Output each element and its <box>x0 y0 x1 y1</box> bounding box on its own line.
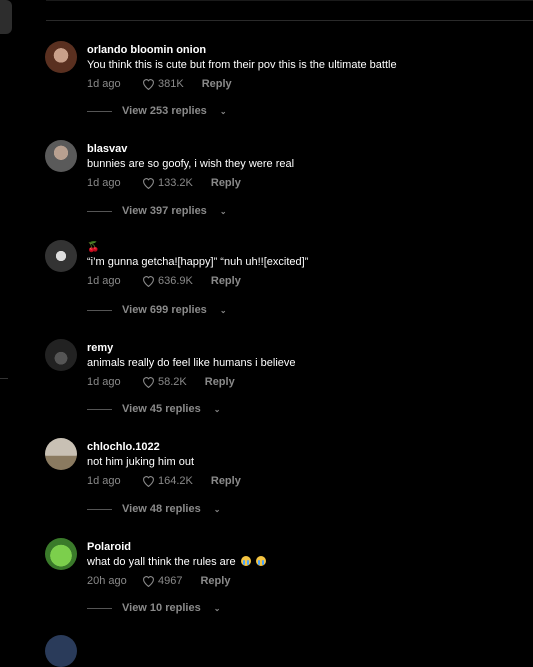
like-button[interactable]: 4967 <box>142 575 182 587</box>
heart-icon <box>143 79 154 90</box>
view-replies-label: View 699 replies <box>122 304 207 316</box>
comment-time: 1d ago <box>87 177 121 189</box>
view-replies-label: View 48 replies <box>122 503 201 515</box>
avatar[interactable] <box>45 635 77 667</box>
chevron-down-icon: ⌄ <box>213 404 221 414</box>
heart-icon <box>143 178 154 189</box>
avatar[interactable] <box>45 140 77 172</box>
avatar[interactable] <box>45 438 77 470</box>
view-replies-button[interactable]: View 397 replies ⌄ <box>87 205 227 217</box>
comment-text: You think this is cute but from their po… <box>87 59 397 71</box>
comment-username[interactable]: chlochlo.1022 <box>87 440 523 454</box>
heart-icon <box>143 476 154 487</box>
cherry-emoji-icon: 🍒 <box>87 242 100 253</box>
divider <box>46 0 533 1</box>
avatar[interactable] <box>45 240 77 272</box>
divider <box>0 378 8 379</box>
avatar[interactable] <box>45 339 77 371</box>
like-button[interactable]: 636.9K <box>142 275 193 287</box>
chevron-down-icon: ⌄ <box>213 603 221 613</box>
view-replies-label: View 45 replies <box>122 403 201 415</box>
comment-time: 1d ago <box>87 376 121 388</box>
like-count: 133.2K <box>158 177 193 189</box>
crying-emoji-icon <box>255 556 266 566</box>
comment-text: animals really do feel like humans i bel… <box>87 357 296 369</box>
view-replies-button[interactable]: View 253 replies ⌄ <box>87 105 227 117</box>
like-button[interactable]: 58.2K <box>142 376 187 388</box>
comment-time: 1d ago <box>87 78 121 90</box>
reply-button[interactable]: Reply <box>205 376 235 388</box>
comment-username[interactable]: orlando bloomin onion <box>87 43 523 57</box>
crying-emoji-icon <box>240 556 251 566</box>
like-count: 58.2K <box>158 376 187 388</box>
view-replies-button[interactable]: View 48 replies ⌄ <box>87 503 220 515</box>
heart-icon <box>143 276 154 287</box>
avatar[interactable] <box>45 41 77 73</box>
heart-icon <box>143 377 154 388</box>
like-button[interactable]: 164.2K <box>142 475 193 487</box>
comment-text: bunnies are so goofy, i wish they were r… <box>87 158 295 170</box>
comment-time: 20h ago <box>87 575 127 587</box>
view-replies-button[interactable]: View 45 replies ⌄ <box>87 403 220 415</box>
like-count: 636.9K <box>158 275 193 287</box>
view-replies-label: View 253 replies <box>122 105 207 117</box>
like-button[interactable]: 381K <box>142 78 184 90</box>
comment-username[interactable]: blasvav <box>87 142 523 156</box>
comment-username[interactable]: remy <box>87 341 523 355</box>
reply-button[interactable]: Reply <box>202 78 232 90</box>
chevron-down-icon: ⌄ <box>219 305 227 315</box>
comment-time: 1d ago <box>87 475 121 487</box>
heart-icon <box>143 576 154 587</box>
reply-button[interactable]: Reply <box>200 575 230 587</box>
comment-username[interactable]: Polaroid <box>87 540 523 554</box>
view-replies-button[interactable]: View 699 replies ⌄ <box>87 304 227 316</box>
chevron-down-icon: ⌄ <box>219 206 227 216</box>
like-count: 164.2K <box>158 475 193 487</box>
like-button[interactable]: 133.2K <box>142 177 193 189</box>
divider <box>46 20 533 21</box>
chevron-down-icon: ⌄ <box>219 106 227 116</box>
comment-text: “i’m gunna getcha![happy]” “nuh uh!![exc… <box>87 256 309 268</box>
like-count: 4967 <box>158 575 183 587</box>
side-panel-tab[interactable] <box>0 0 12 34</box>
view-replies-label: View 397 replies <box>122 205 207 217</box>
view-replies-button[interactable]: View 10 replies ⌄ <box>87 602 220 614</box>
comment-text: not him juking him out <box>87 456 194 468</box>
avatar[interactable] <box>45 538 77 570</box>
reply-button[interactable]: Reply <box>211 275 241 287</box>
view-replies-label: View 10 replies <box>122 602 201 614</box>
chevron-down-icon: ⌄ <box>213 504 221 514</box>
reply-button[interactable]: Reply <box>211 177 241 189</box>
reply-button[interactable]: Reply <box>211 475 241 487</box>
comment-time: 1d ago <box>87 275 121 287</box>
comment-text: what do yall think the rules are <box>87 555 523 570</box>
like-count: 381K <box>158 78 184 90</box>
